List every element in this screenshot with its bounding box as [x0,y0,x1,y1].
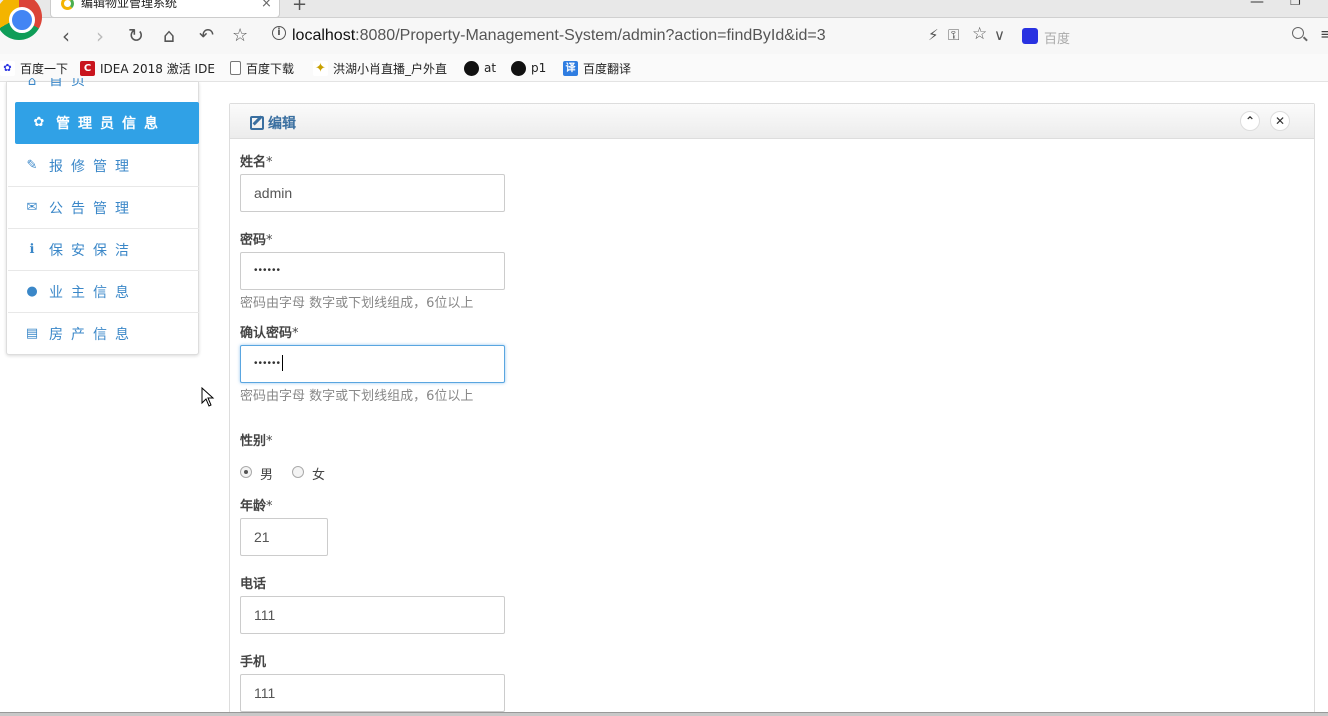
forward-icon[interactable]: › [96,24,104,48]
bookmark-star-icon[interactable]: ☆ [972,24,987,44]
baidu-paw-icon: ✿ [0,60,15,76]
sidebar-item-label: 公告管理 [49,200,137,217]
gender-female-label[interactable]: 女 [312,464,325,483]
sidebar-item-owner[interactable]: ● 业主信息 [8,271,199,313]
home-icon: ⌂ [27,78,37,89]
bookmark-label: at [484,61,497,75]
sidebar-item-notice[interactable]: ✉ 公告管理 [8,187,199,229]
age-label: 年龄* [240,499,273,514]
gender-male-label[interactable]: 男 [260,464,273,483]
sidebar-item-label: 房产信息 [49,327,137,343]
search-input[interactable]: 百度 [1044,28,1070,47]
wrench-icon: ✎ [26,157,38,173]
bookmark-item[interactable]: at [464,58,496,78]
window-maximize-button[interactable]: ❐ [1290,0,1301,8]
sidebar-item-label: 保安保洁 [49,242,137,259]
tab-close-icon[interactable]: × [261,0,272,11]
home-icon[interactable]: ⌂ [163,24,175,48]
sidebar-item-label: 报修管理 [49,158,137,175]
password-input[interactable]: •••••• [240,252,505,290]
phone-input[interactable]: 111 [240,596,505,634]
gender-female-radio[interactable] [292,466,304,478]
gear-icon: ✿ [33,115,45,130]
url-path: :8080/Property-Management-System/admin?a… [355,27,826,44]
sidebar-item-label: 管理员信息 [56,116,166,132]
panel-title: 编辑 [250,113,296,133]
sidebar-item-property[interactable]: ▤ 房产信息 [8,313,199,355]
name-input[interactable]: admin [240,174,505,212]
confirm-password-label: 确认密码* [240,326,299,341]
bookmark-label: 百度下载 [246,61,295,76]
menu-icon[interactable]: ≡ [1320,25,1328,43]
sidebar-item-admin-info[interactable]: ✿ 管理员信息 [15,102,199,144]
panel-header: 编辑 ⌃ ✕ [230,104,1314,139]
close-panel-button[interactable]: ✕ [1270,111,1290,131]
edit-icon [250,116,264,130]
site-info-icon[interactable]: i [272,26,286,40]
baidu-search-icon [1022,28,1038,44]
bookmark-item[interactable]: 译 百度翻译 [563,58,631,78]
user-icon: ● [26,283,38,299]
panel-title-text: 编辑 [268,116,296,132]
age-input[interactable]: 21 [240,518,328,556]
confirm-password-value: •••••• [254,358,282,369]
bookmark-item[interactable]: ✦ 洪湖小肖直播_户外直 [313,58,447,78]
list-icon: ▤ [25,326,39,341]
undo-icon[interactable]: ↶ [199,24,214,48]
key-icon[interactable]: ⚿ [948,26,959,44]
csdn-icon: C [80,60,95,76]
bookmark-label: IDEA 2018 激活 IDE [100,61,215,76]
page-icon [230,61,241,75]
bookmark-label: 百度一下 [20,61,69,76]
mobile-input[interactable]: 111 [240,674,505,712]
bookmark-item[interactable]: 百度下载 [230,58,294,78]
translate-icon: 译 [563,60,578,76]
gender-label: 性别* [240,434,273,449]
mouse-pointer-icon [201,387,215,407]
confirm-password-input[interactable]: •••••• [240,345,505,383]
browser-tab[interactable]: 编辑物业管理系统 × [50,0,280,18]
bookmark-item[interactable]: p1 [511,58,546,78]
collapse-button[interactable]: ⌃ [1240,111,1260,131]
bookmark-item[interactable]: C IDEA 2018 激活 IDE [80,58,215,78]
password-hint: 密码由字母 数字或下划线组成，6位以上 [240,296,474,311]
confirm-password-hint: 密码由字母 数字或下划线组成，6位以上 [240,389,474,404]
url-host: localhost [292,27,356,44]
bee-icon: ✦ [313,60,328,76]
bookmark-label: 百度翻译 [583,61,632,76]
bookmark-item[interactable]: ✿ 百度一下 [0,58,68,78]
taskbar-edge [0,712,1328,716]
password-label: 密码* [240,233,273,248]
tab-favicon-icon [61,0,74,10]
new-tab-button[interactable]: + [292,0,307,15]
window-minimize-button[interactable]: — [1250,0,1264,10]
reload-icon[interactable]: ↻ [128,24,144,48]
name-label: 姓名* [240,155,273,170]
phone-label: 电话 [240,577,267,592]
sidebar-item-home[interactable]: ⌂ 首页 [8,78,199,90]
tab-title: 编辑物业管理系统 [81,0,178,10]
bookmark-label: p1 [531,61,547,75]
mobile-label: 手机 [240,655,267,670]
search-icon[interactable] [1292,27,1304,39]
github-icon [464,60,479,76]
url-text[interactable]: localhost:8080/Property-Management-Syste… [292,27,826,45]
envelope-icon: ✉ [26,199,38,215]
gender-male-radio[interactable] [240,466,252,478]
sidebar: ⌂ 首页 ✿ 管理员信息 ✎ 报修管理 ✉ 公告管理 ℹ 保安保洁 ● 业主信息… [6,78,199,355]
sidebar-item-repair[interactable]: ✎ 报修管理 [8,145,199,187]
sidebar-item-label: 业主信息 [49,284,137,301]
star-icon[interactable]: ☆ [232,24,248,48]
chevron-down-icon[interactable]: ∨ [994,26,1005,44]
sidebar-item-security[interactable]: ℹ 保安保洁 [8,229,199,271]
info-icon: ℹ [29,241,35,257]
bookmark-label: 洪湖小肖直播_户外直 [333,61,448,76]
github-icon [511,60,526,76]
sidebar-item-label: 首页 [49,78,93,89]
text-caret [282,355,284,372]
back-icon[interactable]: ‹ [62,24,70,48]
lightning-icon[interactable]: ⚡ [928,26,939,44]
